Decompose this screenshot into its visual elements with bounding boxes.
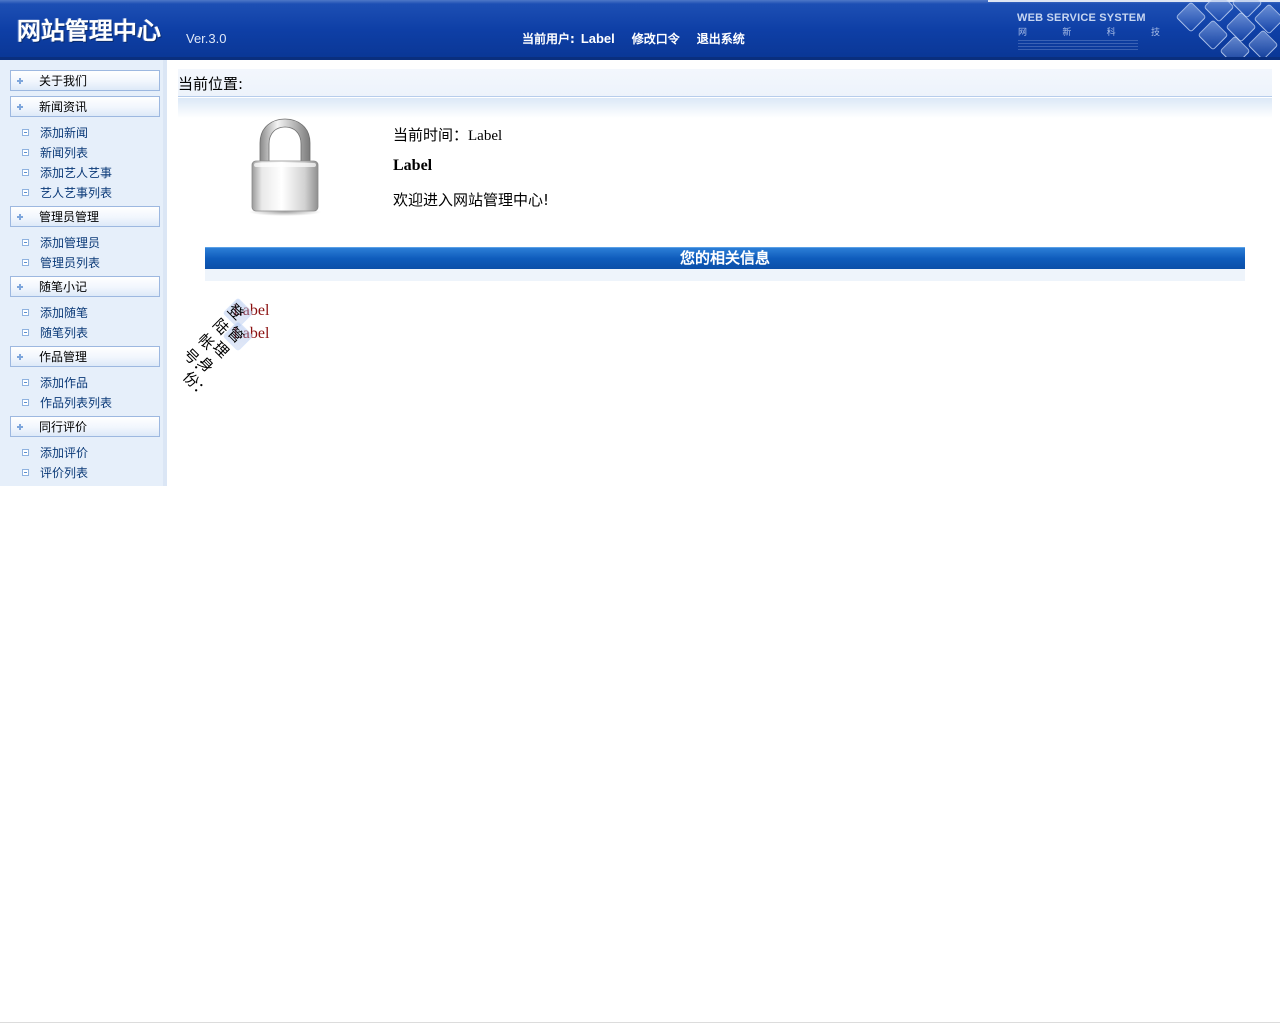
app-version: Ver.3.0 [186,31,227,46]
banner-texture [1018,40,1138,50]
menu-group-about[interactable]: 关于我们 [10,70,160,91]
menu-item-add-news[interactable]: 添加新闻 [10,122,160,142]
key-shape [1247,29,1279,60]
subtitle-char: 技 [1150,28,1160,38]
plus-icon [17,353,23,360]
key-shape [1225,11,1257,43]
current-time-prefix: 当前时间： [393,126,469,144]
menu-item-label: 添加随笔 [40,305,89,320]
key-shape [1203,0,1235,23]
info-section-title: 您的相关信息 [679,249,770,267]
menu-item-admin-list[interactable]: 管理员列表 [10,252,160,272]
menu-item-review-list[interactable]: 评价列表 [10,462,160,482]
menu-group-admins[interactable]: 管理员管理 [10,206,160,227]
keyboard-keys-graphic [1160,0,1280,60]
menu-sublist-notes: 添加随笔 随笔列表 [10,302,160,342]
welcome-message: 欢迎进入网站管理中心! [393,191,550,209]
menu-group-label: 新闻资讯 [39,100,88,114]
menu-item-label: 新闻列表 [40,145,89,160]
menu-item-add-note[interactable]: 添加随笔 [10,302,160,322]
breadcrumb-shadow [178,98,1272,118]
sidebar-divider [163,60,167,486]
change-password-link[interactable]: 修改口令 [632,30,680,47]
menu-item-label: 添加评价 [40,445,89,460]
menu-sublist-news: 添加新闻 新闻列表 添加艺人艺事 艺人艺事列表 [10,122,160,202]
page-bottom-border [0,1022,1280,1023]
menu-group-label: 管理员管理 [39,210,100,224]
subtitle-char: 网 [1018,28,1028,38]
menu-item-add-work[interactable]: 添加作品 [10,372,160,392]
menu-item-add-review[interactable]: 添加评价 [10,442,160,462]
plus-icon [17,283,23,290]
minus-box-icon [22,468,29,476]
menu-sublist-admins: 添加管理员 管理员列表 [10,232,160,272]
header-nav: 当前用户: Label 修改口令 退出系统 [522,29,745,47]
minus-box-icon [22,398,29,406]
subtitle-char: 新 [1062,28,1072,38]
info-section-band [205,269,1245,281]
web-service-banner: WEB SERVICE SYSTEM 网 新 科 技 [1000,0,1280,60]
menu-group-works[interactable]: 作品管理 [10,346,160,367]
minus-box-icon [22,238,29,246]
minus-box-icon [22,188,29,196]
info-section-header: 您的相关信息 [205,247,1245,269]
menu-item-add-admin[interactable]: 添加管理员 [10,232,160,252]
minus-box-icon [22,168,29,176]
breadcrumb: 当前位置: [178,69,1272,97]
web-service-subtitle: 网 新 科 技 [1018,25,1160,38]
minus-box-icon [22,328,29,336]
menu-item-label: 管理员列表 [40,255,101,270]
menu-item-work-list[interactable]: 作品列表列表 [10,392,160,412]
minus-box-icon [22,258,29,266]
menu-group-reviews[interactable]: 同行评价 [10,416,160,437]
lock-icon [249,118,321,216]
minus-box-icon [22,448,29,456]
menu-group-label: 关于我们 [39,74,88,88]
menu-item-label: 添加艺人艺事 [40,165,113,180]
web-service-title: WEB SERVICE SYSTEM [1017,12,1146,24]
current-user-prefix: 当前用户: [522,31,575,46]
plus-icon [17,103,23,110]
menu-group-news[interactable]: 新闻资讯 [10,96,160,117]
key-shape [1175,1,1207,33]
menu-group-label: 同行评价 [39,420,88,434]
menu-item-label: 评价列表 [40,465,89,480]
subtitle-char: 科 [1106,28,1116,38]
menu-group-label: 随笔小记 [39,280,88,294]
menu-item-note-list[interactable]: 随笔列表 [10,322,160,342]
minus-box-icon [22,148,29,156]
role-row: 管理身份： Label [179,320,269,402]
welcome-user-name: Label [393,157,433,174]
minus-box-icon [22,128,29,136]
current-time: 当前时间：Label [393,124,502,145]
current-user-name: Label [580,30,615,46]
current-time-value: Label [468,128,503,144]
menu-item-label: 添加管理员 [40,235,101,250]
sidebar-menu: 关于我们 新闻资讯 添加新闻 新闻列表 添加艺人艺事 艺人艺事列表 管理员管理 [10,70,160,486]
menu-sublist-reviews: 添加评价 评价列表 [10,442,160,482]
plus-icon [17,77,23,84]
logout-link[interactable]: 退出系统 [697,30,745,47]
plus-icon [17,213,23,220]
app-logo: 网站管理中心 [17,17,161,45]
menu-group-label: 作品管理 [39,350,88,364]
breadcrumb-label: 当前位置: [178,75,244,93]
menu-item-add-artist-event[interactable]: 添加艺人艺事 [10,162,160,182]
menu-item-news-list[interactable]: 新闻列表 [10,142,160,162]
menu-sublist-works: 添加作品 作品列表列表 [10,372,160,412]
menu-item-label: 添加作品 [40,375,89,390]
minus-box-icon [22,378,29,386]
menu-item-artist-event-list[interactable]: 艺人艺事列表 [10,182,160,202]
plus-icon [17,423,23,430]
account-row: 登陆帐号： Label [179,297,269,379]
menu-group-notes[interactable]: 随笔小记 [10,276,160,297]
menu-item-label: 随笔列表 [40,325,89,340]
top-header: 网站管理中心 Ver.3.0 当前用户: Label 修改口令 退出系统 WEB… [0,0,1280,60]
menu-item-label: 艺人艺事列表 [40,185,113,200]
minus-box-icon [22,308,29,316]
menu-item-label: 添加新闻 [40,125,89,140]
menu-item-label: 作品列表列表 [40,395,113,410]
